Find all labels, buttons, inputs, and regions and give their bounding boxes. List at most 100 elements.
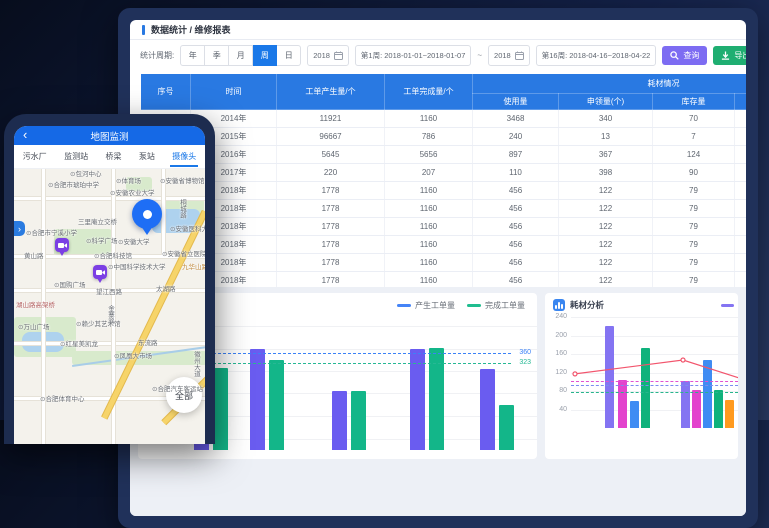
consumable-bar-g1-1 [692, 390, 701, 428]
map-label-0: ⊙包河中心 [70, 172, 101, 179]
table-cell: 456 [473, 182, 559, 200]
map-expander-button[interactable]: › [14, 221, 25, 236]
y-tick-160: 160 [547, 350, 567, 357]
period-option-3[interactable]: 周 [253, 45, 277, 66]
table-cell: 650 [735, 128, 747, 146]
selected-location-pin[interactable] [132, 199, 162, 229]
period-option-2[interactable]: 月 [229, 45, 253, 66]
chart-gridline [571, 317, 738, 318]
table-cell: 1778 [277, 200, 385, 218]
phone-tab-0[interactable]: 污水厂 [21, 147, 49, 166]
table-cell: 1160 [385, 110, 473, 128]
dashed-line-102 [571, 381, 738, 382]
phone-tab-3[interactable]: 泵站 [137, 147, 157, 166]
legend-label: 完成工单量 [485, 300, 525, 311]
consumable-bar-g1-0 [681, 381, 690, 428]
query-button[interactable]: 查询 [662, 46, 707, 65]
map-label-19: 湖山路高架桥 [16, 303, 55, 310]
table-cell: 1160 [385, 254, 473, 272]
phone-screen: ‹ 地图监测 污水厂监测站桥梁泵站摄像头 › [14, 126, 205, 444]
table-cell: 67 [735, 254, 747, 272]
phone-tab-4[interactable]: 摄像头 [170, 147, 198, 166]
table-cell: 207 [385, 164, 473, 182]
table-header-row: 序号时间工单产生量/个工单完成量/个耗材情况 [141, 74, 747, 94]
start-week-value: 第1周: 2018-01-01~2018-01-07 [361, 50, 465, 61]
map-label-10: ⊙安徽大学 [118, 240, 149, 247]
table-cell: 67 [735, 236, 747, 254]
breadcrumb-accent-bar [142, 25, 145, 35]
map-label-27: ⊙合肥体育中心 [40, 397, 84, 404]
consumable-bar-g1-2 [703, 360, 712, 428]
map-label-22: ⊙赖少其艺术馆 [76, 322, 120, 329]
map-label-18: 太湖路 [156, 287, 176, 294]
bar-产生工单量-3 [410, 349, 425, 450]
camera-marker[interactable] [55, 238, 69, 252]
period-option-1[interactable]: 季 [205, 45, 229, 66]
camera-icon [96, 269, 105, 276]
table-row: 72018年177811604561227967 [141, 218, 747, 236]
show-all-button[interactable]: 全部 [166, 377, 202, 413]
table-cell: 122 [559, 218, 653, 236]
map-view[interactable]: › 全部 ⊙包河中心⊙合肥市琥珀中学⊙体育场⊙安徽农业大学⊙安徽省博物馆桐城路三… [14, 169, 205, 444]
table-cell: 122 [559, 200, 653, 218]
table-cell: 79 [653, 182, 735, 200]
download-icon [721, 51, 730, 60]
legend-swatch [397, 304, 411, 307]
breadcrumb: 数据统计 / 维修报表 [130, 20, 746, 40]
table-cell: 240 [473, 128, 559, 146]
table-cell: 340 [559, 110, 653, 128]
consumables-chart-card: 耗材分析 2402001601208040 [545, 293, 738, 459]
table-cell: 786 [385, 128, 473, 146]
y-tick-120: 120 [547, 369, 567, 376]
end-week-value: 第16周: 2018-04-16~2018-04-22 [542, 50, 651, 61]
dashed-line-93 [571, 385, 738, 386]
end-year-select[interactable]: 2018 [488, 45, 530, 66]
sub-header-1: 申领量(个) [559, 94, 653, 110]
start-week-input[interactable]: 第1周: 2018-01-01~2018-01-07 [355, 45, 471, 66]
bar-完成工单量-0 [213, 368, 228, 450]
table-cell: 129 [735, 146, 747, 164]
back-button[interactable]: ‹ [23, 128, 27, 141]
map-label-3: ⊙安徽农业大学 [110, 191, 154, 198]
map-label-14: ⊙安徽省立医院 [162, 252, 205, 259]
calendar-icon [334, 51, 343, 60]
table-cell: 456 [473, 200, 559, 218]
y-tick-80: 80 [547, 387, 567, 394]
table-cell: 1778 [277, 182, 385, 200]
period-option-4[interactable]: 日 [277, 45, 301, 66]
table-cell: 2500 [735, 110, 747, 128]
map-label-13: ⊙中国科学技术大学 [108, 265, 165, 272]
consumable-bar-g0-3 [641, 348, 650, 428]
table-cell: 1778 [277, 254, 385, 272]
consumable-bar-g1-4 [725, 400, 734, 428]
phone-tab-2[interactable]: 桥梁 [103, 147, 123, 166]
map-label-4: ⊙安徽省博物馆 [160, 179, 204, 186]
export-excel-button[interactable]: 导出Excel [713, 46, 746, 65]
col-header-3: 工单完成量/个 [385, 74, 473, 110]
chart-gridline [571, 410, 738, 411]
table-row: 22015年96667786240137650 [141, 128, 747, 146]
col-header-1: 时间 [191, 74, 277, 110]
table-cell: 79 [653, 218, 735, 236]
start-year-select[interactable]: 2018 [307, 45, 349, 66]
period-option-0[interactable]: 年 [180, 45, 205, 66]
camera-marker[interactable] [93, 265, 107, 279]
reference-label-360: 360 [519, 349, 531, 356]
table-cell: 11921 [277, 110, 385, 128]
table-cell: 110 [473, 164, 559, 182]
sub-header-0: 使用量 [473, 94, 559, 110]
phone-tab-1[interactable]: 监测站 [62, 147, 90, 166]
col-header-2: 工单产生量/个 [277, 74, 385, 110]
table-cell: 67 [735, 218, 747, 236]
legend-item-1[interactable]: 完成工单量 [467, 300, 525, 311]
end-week-input[interactable]: 第16周: 2018-04-16~2018-04-22 [536, 45, 657, 66]
sub-header-3: 金额 [735, 94, 747, 110]
table-cell: 897 [473, 146, 559, 164]
sub-header-2: 库存量 [653, 94, 735, 110]
end-year-value: 2018 [494, 51, 511, 60]
legend-label: 产生工单量 [415, 300, 455, 311]
table-head: 序号时间工单产生量/个工单完成量/个耗材情况使用量申领量(个)库存量金额 [141, 74, 747, 110]
legend-item-0[interactable]: 产生工单量 [397, 300, 455, 311]
table-row: 62018年177811604561227967 [141, 200, 747, 218]
bar-完成工单量-1 [269, 360, 284, 450]
